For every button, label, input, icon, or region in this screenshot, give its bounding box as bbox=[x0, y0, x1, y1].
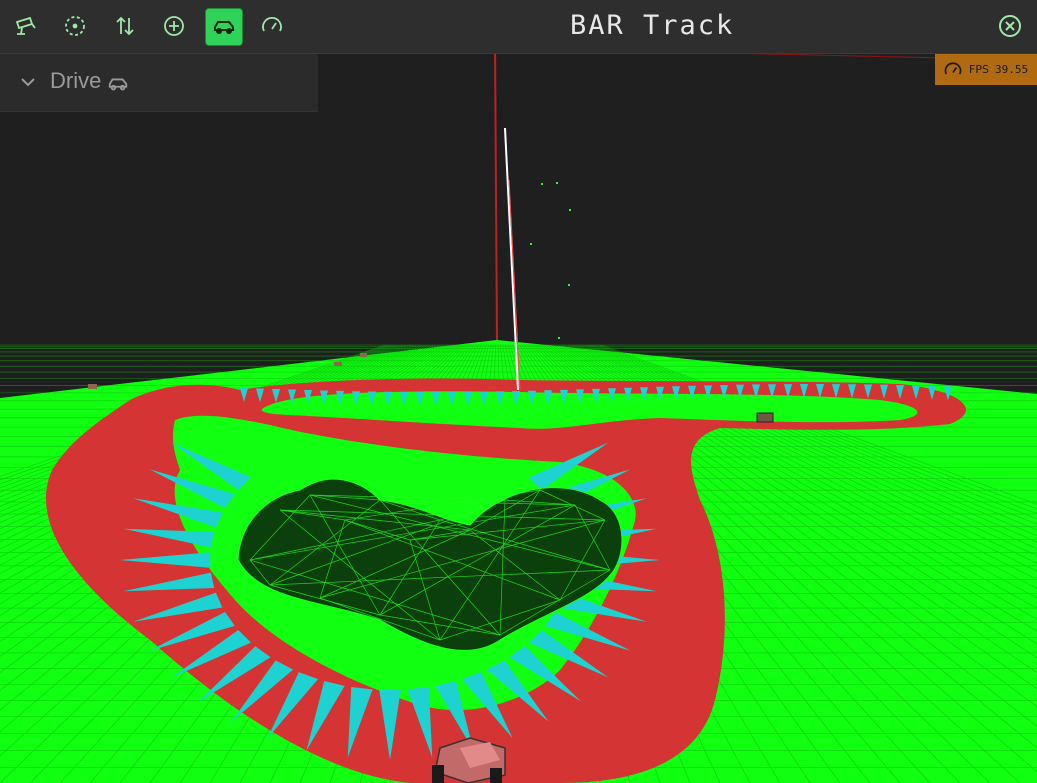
fps-counter: FPS 39.55 bbox=[935, 54, 1037, 85]
camera-icon bbox=[15, 16, 36, 35]
target-button[interactable] bbox=[57, 8, 93, 44]
car-distant-4 bbox=[756, 412, 774, 423]
chevron-down-icon[interactable] bbox=[18, 72, 38, 92]
gauge-icon bbox=[944, 61, 962, 75]
drive-panel-label: Drive bbox=[50, 68, 102, 93]
car-distant-1 bbox=[88, 384, 97, 389]
target-icon bbox=[65, 16, 85, 36]
3d-viewport[interactable] bbox=[0, 0, 1037, 783]
car-icon bbox=[214, 21, 234, 34]
add-icon bbox=[164, 16, 184, 36]
drive-button[interactable] bbox=[205, 8, 243, 46]
camera-button[interactable] bbox=[8, 8, 44, 44]
sort-button[interactable] bbox=[107, 8, 143, 44]
gauge-icon bbox=[262, 17, 282, 32]
fps-label: FPS bbox=[969, 63, 989, 76]
app-title: BAR Track bbox=[570, 10, 735, 41]
car-distant-2 bbox=[334, 362, 342, 366]
top-toolbar: BAR Track bbox=[0, 0, 1037, 54]
add-button[interactable] bbox=[156, 8, 192, 44]
close-icon bbox=[999, 15, 1021, 37]
drive-panel[interactable]: Drive bbox=[0, 54, 318, 112]
car-icon bbox=[108, 78, 128, 91]
close-button[interactable] bbox=[997, 13, 1023, 39]
car-distant-3 bbox=[360, 353, 367, 357]
fps-value: 39.55 bbox=[994, 63, 1029, 76]
gauge-button[interactable] bbox=[254, 8, 290, 44]
sort-arrows-icon bbox=[116, 16, 134, 36]
